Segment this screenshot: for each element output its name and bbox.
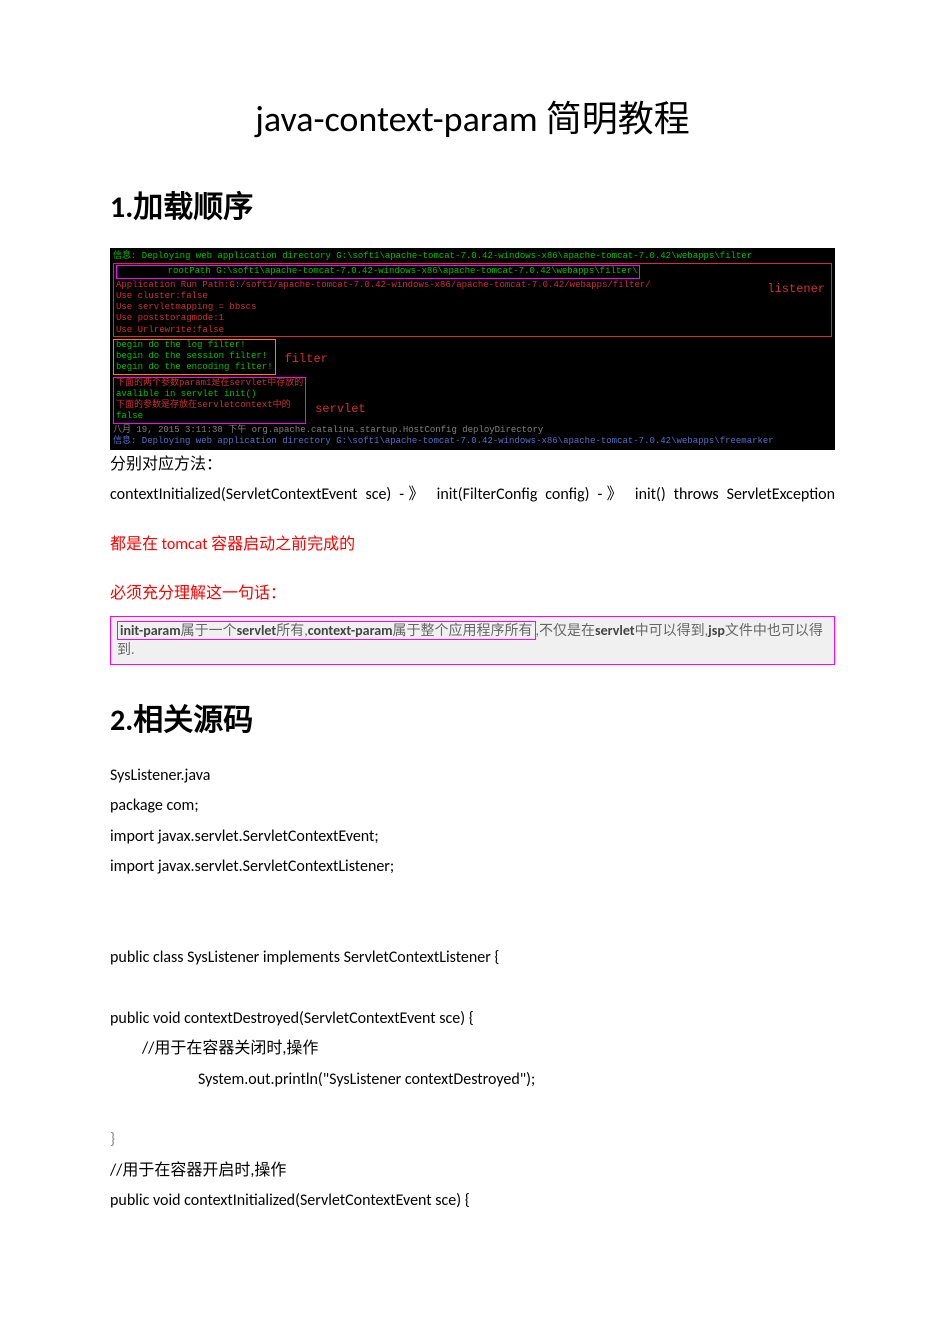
console-line: Application Run Path:G:/soft1/apache-tom… bbox=[116, 280, 829, 291]
code-line: //用于在容器关闭时,操作 bbox=[110, 1034, 835, 1064]
red-note-2: 必须充分理解这一句话： bbox=[110, 579, 835, 609]
servlet-label: servlet bbox=[315, 402, 365, 417]
console-line: rootPath G:\soft1\apache-tomcat-7.0.42-w… bbox=[116, 265, 640, 278]
listener-label: listener bbox=[767, 282, 825, 297]
console-line: 信息: Deploying web application directory … bbox=[113, 251, 832, 262]
console-line: begin do the session filter! bbox=[116, 351, 273, 362]
code-line: import javax.servlet.ServletContextListe… bbox=[110, 852, 835, 882]
code-line: } bbox=[110, 1125, 835, 1155]
code-line: package com; bbox=[110, 791, 835, 821]
method-chain: contextInitialized(ServletContextEvent s… bbox=[110, 480, 835, 510]
code-block: SysListener.java package com; import jav… bbox=[110, 761, 835, 1217]
code-line: public void contextInitialized(ServletCo… bbox=[110, 1186, 835, 1216]
red-note-1: 都是在 tomcat 容器启动之前完成的 bbox=[110, 530, 835, 560]
console-line: Use poststoragmode:1 bbox=[116, 313, 829, 324]
console-line: Use servletmapping = bbscs bbox=[116, 302, 829, 313]
servlet-box: 下面的两个参数param1是在servlet中存放的 avalible in s… bbox=[113, 377, 306, 424]
code-line: //用于在容器开启时,操作 bbox=[110, 1156, 835, 1186]
quote-box: init-param属于一个servlet所有,context-param属于整… bbox=[110, 616, 835, 665]
quote-highlighted: init-param属于一个servlet所有,context-param属于整… bbox=[117, 621, 536, 640]
code-line: public void contextDestroyed(ServletCont… bbox=[110, 1004, 835, 1034]
filter-label: filter bbox=[285, 352, 328, 367]
console-line: 下面的参数是存放在servletcontext中的 bbox=[116, 400, 303, 411]
console-line: 下面的两个参数param1是在servlet中存放的 bbox=[116, 378, 303, 389]
filter-box: begin do the log filter! begin do the se… bbox=[113, 339, 276, 375]
console-line: 八月 19, 2015 3:11:38 下午 org.apache.catali… bbox=[113, 425, 832, 436]
console-line: begin do the log filter! bbox=[116, 340, 273, 351]
console-line: Use cluster:false bbox=[116, 291, 829, 302]
console-line: Use Urlrewrite:false bbox=[116, 325, 829, 336]
code-line: SysListener.java bbox=[110, 761, 835, 791]
code-line: import javax.servlet.ServletContextEvent… bbox=[110, 822, 835, 852]
section-1-heading: 1.加载顺序 bbox=[110, 182, 835, 226]
code-line: public class SysListener implements Serv… bbox=[110, 943, 835, 973]
page-title: java-context-param 简明教程 bbox=[110, 90, 835, 142]
console-line: false bbox=[116, 411, 303, 422]
section-2-heading: 2.相关源码 bbox=[110, 695, 835, 739]
console-screenshot: 信息: Deploying web application directory … bbox=[110, 248, 835, 450]
listener-box: rootPath G:\soft1\apache-tomcat-7.0.42-w… bbox=[113, 263, 832, 337]
code-line: System.out.println("SysListener contextD… bbox=[110, 1065, 835, 1095]
document-page: java-context-param 简明教程 1.加载顺序 信息: Deplo… bbox=[0, 0, 945, 1337]
paragraph: 分别对应方法： bbox=[110, 450, 835, 480]
console-line: avalible in servlet init() bbox=[116, 389, 303, 400]
console-line: begin do the encoding filter! bbox=[116, 362, 273, 373]
console-line: 信息: Deploying web application directory … bbox=[113, 436, 832, 447]
